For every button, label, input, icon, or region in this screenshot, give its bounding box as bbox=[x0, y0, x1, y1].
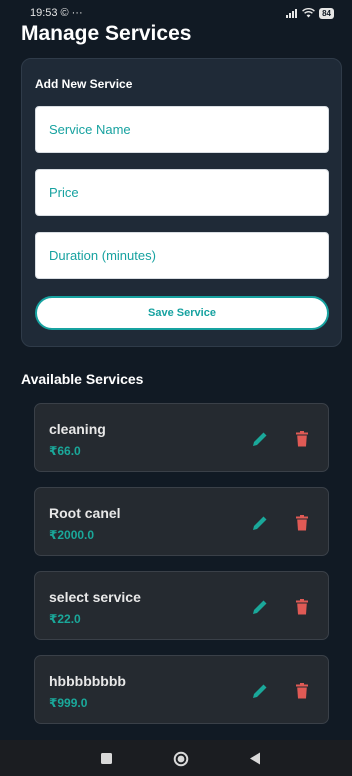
service-card: cleaning ₹66.0 bbox=[34, 403, 329, 472]
signal-icon bbox=[286, 8, 298, 18]
status-left: 19:53 © ··· bbox=[30, 7, 83, 19]
service-price: ₹999.0 bbox=[49, 696, 88, 710]
trash-icon[interactable] bbox=[295, 515, 309, 531]
pencil-icon[interactable] bbox=[251, 514, 269, 532]
price-field[interactable] bbox=[35, 169, 329, 216]
service-card: hbbbbbbbb ₹999.0 bbox=[34, 655, 329, 724]
duration-input[interactable] bbox=[49, 248, 315, 263]
service-price: ₹66.0 bbox=[49, 444, 81, 458]
form-title: Add New Service bbox=[35, 77, 133, 91]
trash-icon[interactable] bbox=[295, 683, 309, 699]
battery-indicator: 84 bbox=[319, 7, 334, 19]
pencil-icon[interactable] bbox=[251, 430, 269, 448]
service-name-input[interactable] bbox=[49, 122, 315, 137]
service-name: cleaning bbox=[49, 421, 106, 437]
duration-field[interactable] bbox=[35, 232, 329, 279]
status-right: 84 bbox=[286, 7, 334, 19]
system-nav-bar bbox=[0, 740, 352, 776]
add-service-form: Add New Service Save Service bbox=[21, 58, 342, 347]
service-card: select service ₹22.0 bbox=[34, 571, 329, 640]
pencil-icon[interactable] bbox=[251, 598, 269, 616]
service-price: ₹22.0 bbox=[49, 612, 81, 626]
service-card: Root canel ₹2000.0 bbox=[34, 487, 329, 556]
service-name-field[interactable] bbox=[35, 106, 329, 153]
notification-icon: © bbox=[60, 7, 69, 19]
price-input[interactable] bbox=[49, 185, 315, 200]
page-title: Manage Services bbox=[21, 22, 192, 45]
save-service-button[interactable]: Save Service bbox=[35, 296, 329, 330]
wifi-icon bbox=[302, 8, 315, 18]
circle-icon[interactable] bbox=[173, 751, 189, 767]
status-time: 19:53 bbox=[30, 7, 58, 19]
service-name: hbbbbbbbb bbox=[49, 673, 126, 689]
trash-icon[interactable] bbox=[295, 431, 309, 447]
pencil-icon[interactable] bbox=[251, 682, 269, 700]
more-notifications: ··· bbox=[71, 7, 83, 19]
service-name: select service bbox=[49, 589, 141, 605]
service-name: Root canel bbox=[49, 505, 121, 521]
available-services-title: Available Services bbox=[21, 371, 144, 387]
trash-icon[interactable] bbox=[295, 599, 309, 615]
square-icon[interactable] bbox=[101, 753, 112, 764]
triangle-back-icon[interactable] bbox=[249, 752, 261, 765]
service-price: ₹2000.0 bbox=[49, 528, 95, 542]
